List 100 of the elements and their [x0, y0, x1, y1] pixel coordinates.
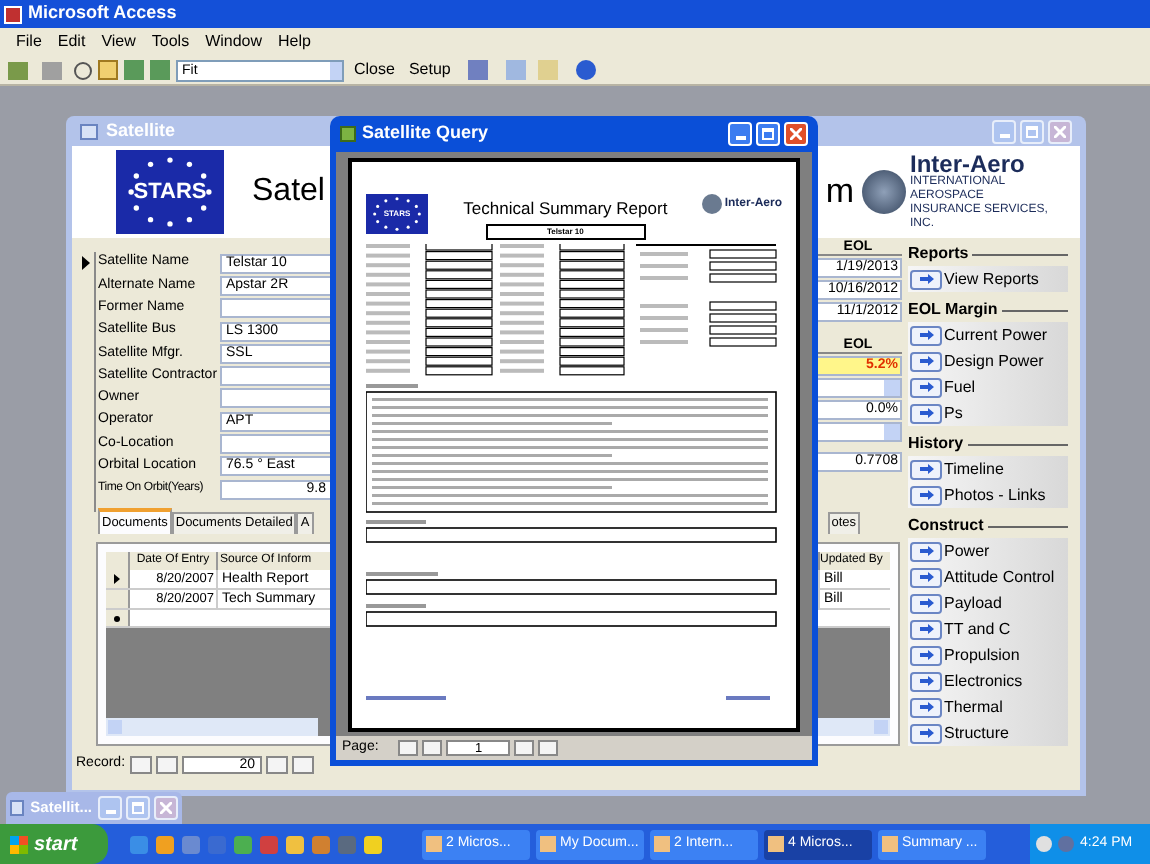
close-icon [790, 128, 802, 140]
arrow-icon [919, 330, 933, 340]
last-page-button[interactable] [538, 740, 559, 756]
previous-record-button[interactable] [155, 755, 178, 774]
window-title: Satellite [106, 117, 176, 144]
button-label: Fuel [944, 375, 976, 399]
close-button[interactable] [154, 796, 178, 820]
window-title: Satellite Query [362, 120, 489, 147]
menu-item[interactable]: Help [278, 30, 311, 54]
button-label: Attitude Control [944, 565, 1055, 589]
button-label: Propulsion [944, 643, 1020, 667]
group-title: History [908, 432, 964, 456]
field-combo[interactable] [220, 388, 330, 409]
button-label: Photos - Links [944, 483, 1046, 507]
field-combo[interactable] [220, 298, 330, 319]
form-heading: Satel [252, 172, 325, 212]
first-record-button[interactable] [129, 755, 152, 774]
toolbar-button[interactable]: Setup [404, 58, 455, 82]
menu-item[interactable]: Edit [57, 30, 86, 54]
app-icon [768, 836, 784, 852]
go-button[interactable] [910, 351, 942, 371]
menu-item[interactable]: File [16, 30, 42, 54]
go-button[interactable] [910, 671, 942, 691]
button-label: Payload [944, 591, 1002, 615]
go-button[interactable] [910, 567, 942, 587]
new-record-icon [114, 615, 120, 621]
close-icon [160, 802, 172, 814]
group-title: Reports [908, 242, 969, 266]
menu-item[interactable]: View [101, 30, 136, 54]
window-title: Microsoft Access [28, 0, 177, 27]
arrow-icon [919, 546, 933, 556]
start-button[interactable]: start [0, 824, 108, 864]
maximize-button[interactable] [126, 796, 150, 820]
app-icon [882, 836, 898, 852]
arrow-icon [919, 490, 933, 500]
button-label: View Reports [944, 267, 1039, 291]
close-button[interactable] [1048, 119, 1072, 143]
button-label: Timeline [944, 457, 1004, 481]
button-label: TT and C [944, 617, 1011, 641]
dropdown[interactable] [814, 378, 902, 398]
row-selector[interactable] [106, 610, 130, 626]
arrow-icon [919, 408, 933, 418]
button-label: Power [944, 539, 990, 563]
query-icon [340, 126, 356, 142]
go-button[interactable] [910, 619, 942, 639]
arrow-icon [919, 274, 933, 284]
group-title: Construct [908, 514, 984, 538]
go-button[interactable] [910, 377, 942, 397]
access-icon [4, 5, 22, 23]
form-icon [80, 123, 98, 139]
arrow-icon [919, 676, 933, 686]
go-button[interactable] [910, 485, 942, 505]
group-title: EOL Margin [908, 298, 998, 322]
stars-logo: STARS [116, 150, 224, 234]
next-page-button[interactable] [514, 740, 535, 756]
arrow-icon [919, 728, 933, 738]
arrow-icon [919, 572, 933, 582]
menu-item[interactable]: Window [205, 30, 263, 54]
arrow-icon [919, 382, 933, 392]
button-label: Design Power [944, 349, 1044, 373]
toolbar-button[interactable]: Close [350, 58, 399, 82]
report-title: Technical Summary Report [463, 196, 668, 222]
scroll-left-icon [108, 720, 122, 734]
app-icon [654, 836, 670, 852]
go-button[interactable] [910, 403, 942, 423]
close-icon [1054, 125, 1066, 137]
next-record-button[interactable] [265, 755, 288, 774]
current-record-icon [81, 256, 89, 270]
record-selector[interactable] [76, 252, 96, 512]
scrollbar-track[interactable] [106, 718, 318, 736]
dropdown[interactable] [814, 422, 902, 442]
arrow-icon [919, 624, 933, 634]
go-button[interactable] [910, 541, 942, 561]
last-record-button[interactable] [291, 755, 314, 774]
go-button[interactable] [910, 723, 942, 743]
go-button[interactable] [910, 593, 942, 613]
go-button[interactable] [910, 269, 942, 289]
go-button[interactable] [910, 325, 942, 345]
go-button[interactable] [910, 459, 942, 479]
field-combo[interactable] [220, 366, 330, 387]
form-icon [10, 800, 25, 816]
maximize-button[interactable] [1020, 119, 1044, 143]
go-button[interactable] [910, 697, 942, 717]
scroll-right-icon [874, 720, 888, 734]
button-label: Structure [944, 721, 1009, 745]
minimize-button[interactable] [992, 119, 1016, 143]
menu-item[interactable]: Tools [151, 30, 190, 54]
go-button[interactable] [910, 645, 942, 665]
row-selector[interactable] [106, 570, 130, 588]
scrollbar-track[interactable] [814, 718, 890, 736]
button-label: Ps [944, 401, 963, 425]
form-heading: m [825, 170, 854, 215]
previous-page-button[interactable] [422, 740, 443, 756]
windows-logo-icon [10, 835, 28, 853]
app-icon [540, 836, 556, 852]
button-label: Thermal [944, 695, 1003, 719]
first-page-button[interactable] [398, 740, 419, 756]
field-combo[interactable] [220, 434, 330, 455]
minimize-button[interactable] [98, 796, 122, 820]
button-label: Electronics [944, 669, 1023, 693]
